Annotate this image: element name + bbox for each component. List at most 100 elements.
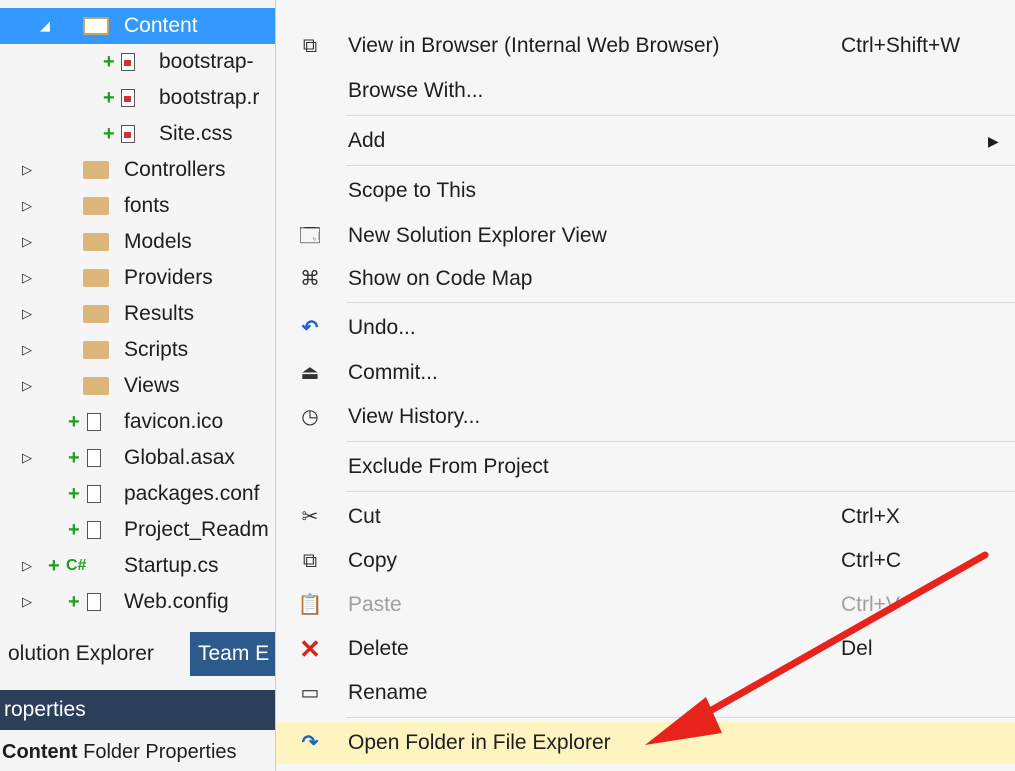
folder-icon [83, 161, 109, 179]
tree-item-file[interactable]: + favicon.ico [0, 404, 282, 440]
expand-arrow-icon[interactable]: ▷ [22, 188, 32, 224]
delete-x-icon: ✕ [299, 634, 321, 664]
rename-field-icon: ▭ [300, 682, 320, 704]
asax-file-icon [87, 449, 101, 467]
menu-item-add[interactable]: Add ▶ [276, 122, 1015, 160]
expand-arrow-icon[interactable]: ▷ [22, 548, 32, 584]
menu-separator [346, 302, 1015, 303]
tree-item-file[interactable]: ▷ + Global.asax [0, 440, 282, 476]
menu-item-delete[interactable]: ✕ Delete Del [276, 630, 1015, 668]
menu-separator [346, 717, 1015, 718]
tree-item-label: Views [124, 374, 180, 397]
history-clock-icon: ◷ [301, 406, 319, 428]
folder-icon [83, 233, 109, 251]
menu-item-open-folder-in-file-explorer[interactable]: ↷ Open Folder in File Explorer [276, 722, 1015, 764]
clipboard-paste-icon: 📋 [297, 594, 323, 616]
tree-item-label: favicon.ico [124, 410, 224, 433]
tab-team-explorer[interactable]: Team E [190, 632, 282, 676]
tree-item-file[interactable]: ▷ + C# Startup.cs [0, 548, 282, 584]
menu-item-commit[interactable]: ⏏ Commit... [276, 354, 1015, 392]
tree-item-label: Scripts [124, 338, 189, 361]
added-plus-icon: + [103, 51, 115, 73]
tree-item-label: packages.conf [124, 482, 260, 505]
tree-item-label: bootstrap.r [159, 86, 260, 109]
tree-item-file[interactable]: + Project_Readm [0, 512, 282, 548]
expand-arrow-icon[interactable]: ▷ [22, 368, 32, 404]
properties-object-line[interactable]: Content Folder Properties [0, 734, 284, 771]
open-folder-arrow-icon: ↷ [301, 732, 319, 754]
css-file-icon [121, 125, 135, 143]
menu-item-copy[interactable]: ⧉ Copy Ctrl+C [276, 542, 1015, 580]
tree-item-file[interactable]: + bootstrap- [0, 44, 282, 80]
collapse-arrow-icon[interactable]: ◢ [40, 8, 50, 44]
ico-file-icon [87, 413, 101, 431]
tree-item-label: fonts [124, 194, 170, 217]
solution-explorer-tree: ◢ Content + bootstrap- + bootstrap.r + S… [0, 0, 282, 632]
tool-window-tabs: olution Explorer Team E [0, 632, 282, 676]
tree-item-label: Results [124, 302, 195, 325]
csharp-file-icon: C# [66, 557, 87, 574]
properties-item-name: Content [2, 741, 78, 763]
menu-item-browse-with[interactable]: Browse With... [276, 72, 1015, 110]
tree-item-folder[interactable]: ▷ fonts [0, 188, 282, 224]
tree-item-label: Content [124, 14, 198, 37]
tree-item-folder[interactable]: ▷ Views [0, 368, 282, 404]
css-file-icon [121, 89, 135, 107]
config-file-icon [87, 485, 101, 503]
menu-item-view-history[interactable]: ◷ View History... [276, 398, 1015, 436]
added-plus-icon: + [68, 411, 80, 433]
tree-item-label: Site.css [159, 122, 233, 145]
menu-item-view-in-browser[interactable]: ⧉ View in Browser (Internal Web Browser)… [276, 27, 1015, 65]
css-file-icon [121, 53, 135, 71]
tree-item-label: Global.asax [124, 446, 235, 469]
added-plus-icon: + [68, 483, 80, 505]
copy-icon: ⧉ [302, 550, 318, 572]
menu-item-exclude-from-project[interactable]: Exclude From Project [276, 448, 1015, 486]
menu-item-paste[interactable]: 📋 Paste Ctrl+V [276, 586, 1015, 624]
menu-item-rename[interactable]: ▭ Rename [276, 674, 1015, 712]
expand-arrow-icon[interactable]: ▷ [22, 332, 32, 368]
added-plus-icon: + [68, 447, 80, 469]
menu-item-show-on-code-map[interactable]: ⌘ Show on Code Map [276, 260, 1015, 298]
expand-arrow-icon[interactable]: ▷ [22, 584, 32, 620]
tree-item-folder[interactable]: ▷ Models [0, 224, 282, 260]
added-plus-icon: + [48, 555, 60, 577]
html-file-icon [87, 521, 101, 539]
tree-item-label: Providers [124, 266, 213, 289]
folder-icon [83, 269, 109, 287]
context-menu: ⧉ View in Browser (Internal Web Browser)… [275, 0, 1015, 771]
new-view-icon: 🗔 [299, 225, 321, 247]
open-folder-icon [83, 17, 109, 35]
menu-item-scope-to-this[interactable]: Scope to This [276, 172, 1015, 210]
expand-arrow-icon[interactable]: ▷ [22, 224, 32, 260]
tree-item-content-folder[interactable]: ◢ Content [0, 8, 282, 44]
tree-item-label: Web.config [124, 590, 229, 613]
expand-arrow-icon[interactable]: ▷ [22, 152, 32, 188]
expand-arrow-icon[interactable]: ▷ [22, 296, 32, 332]
folder-icon [83, 197, 109, 215]
tree-item-label: Models [124, 230, 192, 253]
tree-item-label: Startup.cs [124, 554, 219, 577]
menu-item-cut[interactable]: ✂ Cut Ctrl+X [276, 498, 1015, 536]
tree-item-folder[interactable]: ▷ Providers [0, 260, 282, 296]
folder-icon [83, 341, 109, 359]
tree-item-folder[interactable]: ▷ Controllers [0, 152, 282, 188]
tree-item-folder[interactable]: ▷ Results [0, 296, 282, 332]
menu-item-new-solution-explorer-view[interactable]: 🗔 New Solution Explorer View [276, 217, 1015, 255]
tree-item-folder[interactable]: ▷ Scripts [0, 332, 282, 368]
tab-solution-explorer[interactable]: olution Explorer [0, 632, 162, 676]
tree-item-file[interactable]: + packages.conf [0, 476, 282, 512]
expand-arrow-icon[interactable]: ▷ [22, 260, 32, 296]
menu-item-undo[interactable]: ↶ Undo... [276, 309, 1015, 347]
properties-item-desc: Folder Properties [83, 741, 237, 763]
folder-icon [83, 305, 109, 323]
scissors-icon: ✂ [301, 506, 319, 528]
properties-header: roperties [0, 690, 286, 730]
tree-item-file[interactable]: ▷ + Web.config [0, 584, 282, 620]
tree-item-file[interactable]: + bootstrap.r [0, 80, 282, 116]
commit-upload-icon: ⏏ [300, 362, 320, 384]
tree-item-file[interactable]: + Site.css [0, 116, 282, 152]
added-plus-icon: + [103, 123, 115, 145]
expand-arrow-icon[interactable]: ▷ [22, 440, 32, 476]
submenu-arrow-icon: ▶ [988, 133, 999, 149]
